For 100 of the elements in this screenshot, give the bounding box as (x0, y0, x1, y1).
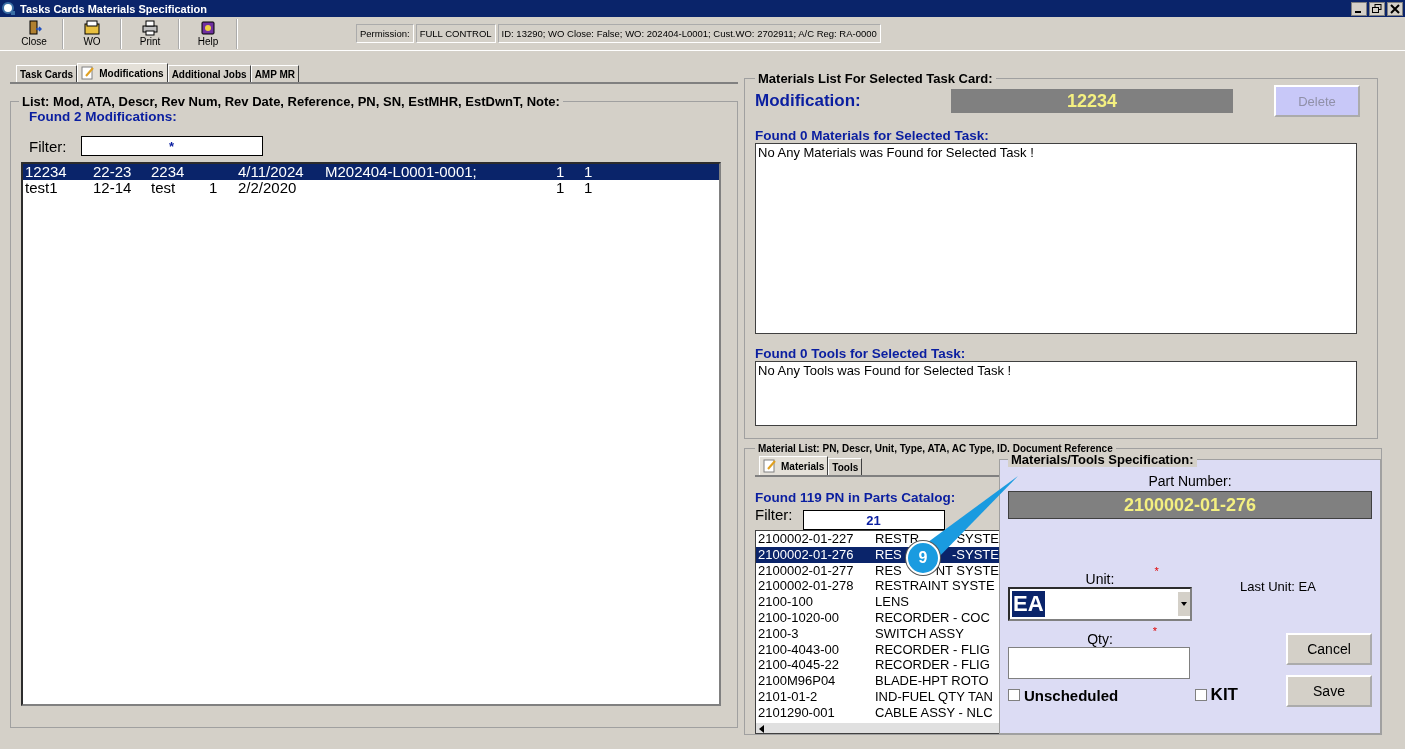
toolbar-button[interactable]: WO (64, 18, 122, 49)
table-cell: RECORDER - COC (875, 610, 990, 626)
toolbar-button[interactable]: Help (180, 18, 238, 49)
permission-label: Permission: (356, 24, 414, 43)
table-cell: 1 (209, 179, 218, 196)
table-cell-text: 2100-3 (757, 625, 800, 642)
table-cell-text: 22-23 (93, 164, 133, 180)
tab[interactable]: Task Cards (16, 65, 78, 82)
materials-count: Found 0 Materials for Selected Task: (755, 128, 990, 143)
table-cell-text: 2100-1020-00 (757, 610, 840, 626)
list-row[interactable]: 12234 22-23 2234 4/11/2024 M202404-L0001-0001; 1 1 (23, 164, 719, 180)
printer-icon (142, 20, 158, 36)
table-cell-text: 2100-100 (757, 594, 814, 610)
empty-message: No Any Materials was Found for Selected Task ! (758, 145, 1034, 160)
tools-count: Found 0 Tools for Selected Task: (755, 346, 967, 361)
parts-count: Found 119 PN in Parts Catalog: (755, 490, 957, 505)
book-icon (200, 20, 216, 36)
qty-field[interactable] (1008, 647, 1190, 679)
app-icon (2, 1, 16, 16)
table-cell: RECORDER - FLIG (875, 657, 990, 674)
table-cell-text: 2234 (151, 164, 186, 180)
note-icon (763, 459, 777, 473)
table-cell-text: 1 (556, 164, 566, 180)
table-cell: RESTRAINT SYSTE (875, 578, 995, 595)
table-cell: LENS (875, 594, 909, 610)
table-cell: CABLE ASSY - NLC (875, 704, 993, 721)
tab[interactable]: AMP MR (250, 65, 299, 82)
list-row[interactable]: 2100-3 SWITCH ASSY (756, 625, 999, 642)
table-cell-text: 2100-4043-00 (757, 641, 840, 658)
tab[interactable]: Tools (828, 458, 863, 475)
horizontal-scrollbar[interactable] (756, 722, 999, 733)
close-icon[interactable] (1387, 1, 1403, 16)
list-row[interactable]: 2100-100 LENS (756, 594, 999, 610)
modification-label: Modification: (755, 91, 862, 111)
table-cell-text: 2100002-01-277 (757, 562, 855, 579)
table-cell: SWITCH ASSY (875, 625, 964, 642)
table-cell-text: 1 (556, 180, 566, 196)
table-cell-text: 2101-01-2 (757, 688, 819, 705)
list-row[interactable]: 2100-4043-00 RECORDER - FLIG (756, 641, 999, 658)
table-cell-text: 2101290-001 (757, 704, 836, 721)
group-legend: Material List: PN, Descr, Unit, Type, ATA, AC Type, ID, Document Reference (755, 443, 1116, 454)
table-cell-text: 2/2/2020 (238, 180, 298, 196)
toolbar-button[interactable]: Close (6, 18, 64, 49)
note-icon (81, 66, 96, 80)
table-cell: BLADE-HPT ROTO (875, 673, 989, 689)
group-legend: Materials List For Selected Task Card: (755, 71, 996, 86)
minimize-icon[interactable] (1351, 1, 1367, 16)
table-cell-text: 2100002-01-227 (757, 531, 855, 547)
required-mark: * (1154, 565, 1159, 577)
table-cell-text: test (151, 180, 177, 196)
table-cell-text: 2100002-01-278 (757, 578, 855, 595)
empty-message: No Any Tools was Found for Selected Task ! (758, 363, 1012, 378)
filter-field[interactable]: 21 (802, 510, 945, 530)
qty-label: Qty: (1087, 631, 1113, 647)
folder-icon (84, 20, 100, 36)
list-row[interactable]: 2100-1020-00 RECORDER - COC (756, 610, 999, 626)
filter-field[interactable]: * (80, 136, 263, 156)
checkbox[interactable]: Unscheduled (1008, 685, 1119, 705)
table-cell-text: 2100M96P04 (757, 673, 837, 689)
table-cell: RES (875, 546, 902, 563)
required-mark: * (1152, 625, 1158, 637)
permission-value: FULL CONTROL (415, 24, 496, 43)
work-order-details: ID: 13290; WO Close: False; WO: 202404-L0001; Cust.WO: 2702911; A/C Reg: RA-0000 (497, 24, 881, 43)
modification-value: 12234 (951, 89, 1233, 113)
table-cell: SYSTE (956, 531, 999, 547)
tab[interactable]: Modifications (77, 63, 168, 82)
checkbox[interactable]: KIT (1194, 685, 1238, 705)
table-cell: M202404-L0001-0001; (325, 163, 477, 180)
table-cell-text: 1 (584, 180, 594, 196)
dialog-button[interactable]: Cancel (1286, 633, 1372, 665)
list-row[interactable]: 2100-4045-22 RECORDER - FLIG (756, 657, 999, 674)
group-legend: List: Mod, ATA, Descr, Rev Num, Rev Date, Reference, PN, SN, EstMHR, EstDwnT, Note: (19, 94, 563, 109)
table-cell-text: 2100002-01-276 (757, 546, 855, 563)
table-cell-text: 12-14 (93, 180, 133, 196)
unit-dropdown[interactable]: EA (1008, 587, 1192, 621)
found-count: Found 2 Modifications: (28, 109, 178, 124)
part-number-value: 2100002-01-276 (1008, 491, 1372, 519)
list-row[interactable]: 2100M96P04 BLADE-HPT ROTO (756, 673, 999, 689)
list-row[interactable]: test1 12-14 test 1 2/2/2020 1 1 (23, 180, 719, 196)
dialog-button[interactable]: Save (1286, 675, 1372, 707)
part-number-label: Part Number: (1147, 473, 1233, 489)
group-legend: Materials/Tools Specification: (1008, 452, 1197, 467)
tab[interactable]: Materials (759, 456, 829, 475)
door-icon (26, 20, 42, 36)
table-cell-text: 12234 (24, 164, 68, 180)
list-row[interactable]: 2100002-01-278 RESTRAINT SYSTE (756, 578, 999, 595)
table-cell-text: 4/11/2024 (238, 164, 305, 180)
table-cell: -SYSTE (952, 546, 999, 563)
table-cell-text: 2100-4045-22 (757, 657, 840, 674)
table-cell: RES (875, 562, 902, 579)
table-cell: RECORDER - FLIG (875, 641, 990, 658)
list-row[interactable]: 2101290-001 CABLE ASSY - NLC (756, 704, 999, 721)
window-title: Tasks Cards Materials Specification (20, 2, 207, 15)
restore-icon[interactable] (1369, 1, 1385, 16)
toolbar-button[interactable]: Print (122, 18, 180, 49)
list-row[interactable]: 2101-01-2 IND-FUEL QTY TAN (756, 688, 999, 705)
table-cell: IND-FUEL QTY TAN (875, 688, 993, 705)
filter-label: Filter: (755, 506, 793, 525)
tab[interactable]: Additional Jobs (167, 65, 251, 82)
table-cell-text: 1 (584, 164, 594, 180)
